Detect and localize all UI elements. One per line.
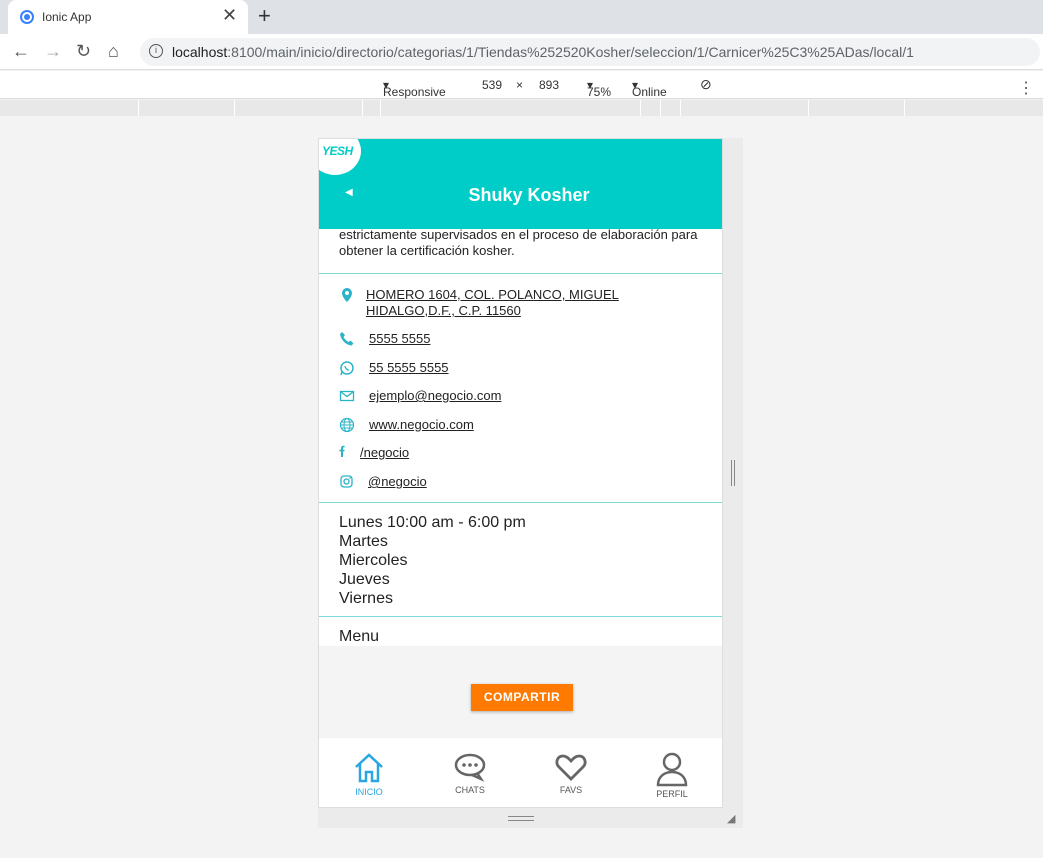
zoom-select[interactable]: 75% ▾ [587,78,611,99]
site-info-icon[interactable]: i [149,44,163,58]
devtools-device-toolbar: Responsive ▾ 539 × 893 75% ▾ Online ▾ ⊘ … [0,71,1043,99]
tab-close-icon[interactable]: ✕ [222,6,237,24]
instagram-row[interactable]: @negocio [339,474,709,490]
heart-icon [555,754,587,781]
hours-line: Lunes 10:00 am - 6:00 pm [339,514,526,531]
tab-label: PERFIL [656,789,688,799]
rotate-disabled-icon[interactable]: ⊘ [700,76,712,93]
url-text: localhost:8100/main/inicio/directorio/ca… [172,44,914,60]
browser-toolbar: ← → ↻ ⌂ i localhost:8100/main/inicio/dir… [0,34,1043,70]
divider [319,273,722,274]
zoom-label: 75% [587,85,612,99]
website-row[interactable]: www.negocio.com [339,417,709,433]
facebook-icon [339,445,345,457]
resize-handle-corner[interactable]: ◢ [727,812,735,825]
home-icon [355,753,383,783]
browser-chrome: Ionic App ✕ + ← → ↻ ⌂ i localhost:8100/m… [0,0,1043,116]
tab-title: Ionic App [42,10,92,24]
tab-perfil[interactable]: PERFIL [642,751,702,799]
bottom-tab-bar: INICIO CHATS FAVS PERFIL [319,739,722,807]
phone-link[interactable]: 5555 5555 [369,331,430,347]
device-label: Responsive [383,85,446,99]
tab-chats[interactable]: CHATS [440,751,500,795]
yesh-logo: YESH [319,139,361,175]
whatsapp-row[interactable]: 55 5555 5555 [339,360,709,376]
whatsapp-icon [340,361,354,376]
store-description: estrictamente supervisados en el proceso… [339,227,698,258]
phone-row[interactable]: 5555 5555 [339,331,709,347]
email-row[interactable]: ejemplo@negocio.com [339,388,709,404]
chat-icon [454,753,486,782]
back-arrow-icon[interactable]: ← [12,41,30,61]
tab-inicio[interactable]: INICIO [339,751,399,797]
hours-line: Martes [339,533,388,550]
tab-strip: Ionic App ✕ + [0,0,1043,34]
url-path: :8100/main/inicio/directorio/categorias/… [227,44,914,60]
app-header: YESH ◀ Shuky Kosher [319,139,722,229]
home-browser-icon[interactable]: ⌂ [108,41,119,61]
hours-line: Miercoles [339,552,408,569]
share-button[interactable]: COMPARTIR [471,684,573,711]
phone-icon [340,332,354,346]
instagram-icon [340,475,353,488]
menu-section-label[interactable]: Menu [339,628,379,646]
email-link[interactable]: ejemplo@negocio.com [369,388,501,404]
opening-hours: Lunes 10:00 am - 6:00 pm Martes Miercole… [339,513,526,608]
browser-tab[interactable]: Ionic App ✕ [8,0,248,34]
address-bar[interactable]: i localhost:8100/main/inicio/directorio/… [140,38,1040,66]
new-tab-button[interactable]: + [258,4,271,28]
width-input[interactable]: 539 [482,78,503,92]
globe-icon [339,417,355,433]
facebook-row[interactable]: /negocio [339,445,709,461]
tab-favs[interactable]: FAVS [541,751,601,795]
more-options-icon[interactable]: ⋮ [1018,78,1034,98]
device-select[interactable]: Responsive ▾ [383,78,446,99]
app-screen: estrictamente supervisados en el proceso… [318,138,723,808]
resize-handle-right[interactable] [731,460,735,486]
tab-label: INICIO [355,787,383,797]
forward-arrow-icon[interactable]: → [44,41,62,61]
facebook-link[interactable]: /negocio [360,445,409,461]
media-query-ruler[interactable] [0,100,1043,116]
height-input[interactable]: 893 [539,78,560,92]
reload-icon[interactable]: ↻ [76,41,91,61]
mail-icon [339,390,355,402]
divider [319,616,722,617]
page-title: Shuky Kosher [468,185,590,205]
tab-label: FAVS [559,785,583,795]
whatsapp-link[interactable]: 55 5555 5555 [369,360,449,376]
ionic-favicon-icon [20,10,34,24]
instagram-link[interactable]: @negocio [368,474,427,490]
location-pin-icon [342,288,352,302]
address-row[interactable]: HOMERO 1604, COL. POLANCO, MIGUEL HIDALG… [339,287,709,321]
website-link[interactable]: www.negocio.com [369,417,474,433]
resize-handle-bottom[interactable] [508,816,534,821]
url-host: localhost [172,44,228,60]
hours-line: Jueves [339,571,390,588]
logo-text: YESH [322,144,353,158]
network-select[interactable]: Online ▾ [632,78,667,99]
times-sign: × [516,78,524,92]
person-icon [656,752,688,787]
address-link[interactable]: HOMERO 1604, COL. POLANCO, MIGUEL HIDALG… [366,287,666,319]
divider [319,502,722,503]
hours-line: Viernes [339,590,393,607]
tab-label: CHATS [455,785,485,795]
network-label: Online [632,85,667,99]
